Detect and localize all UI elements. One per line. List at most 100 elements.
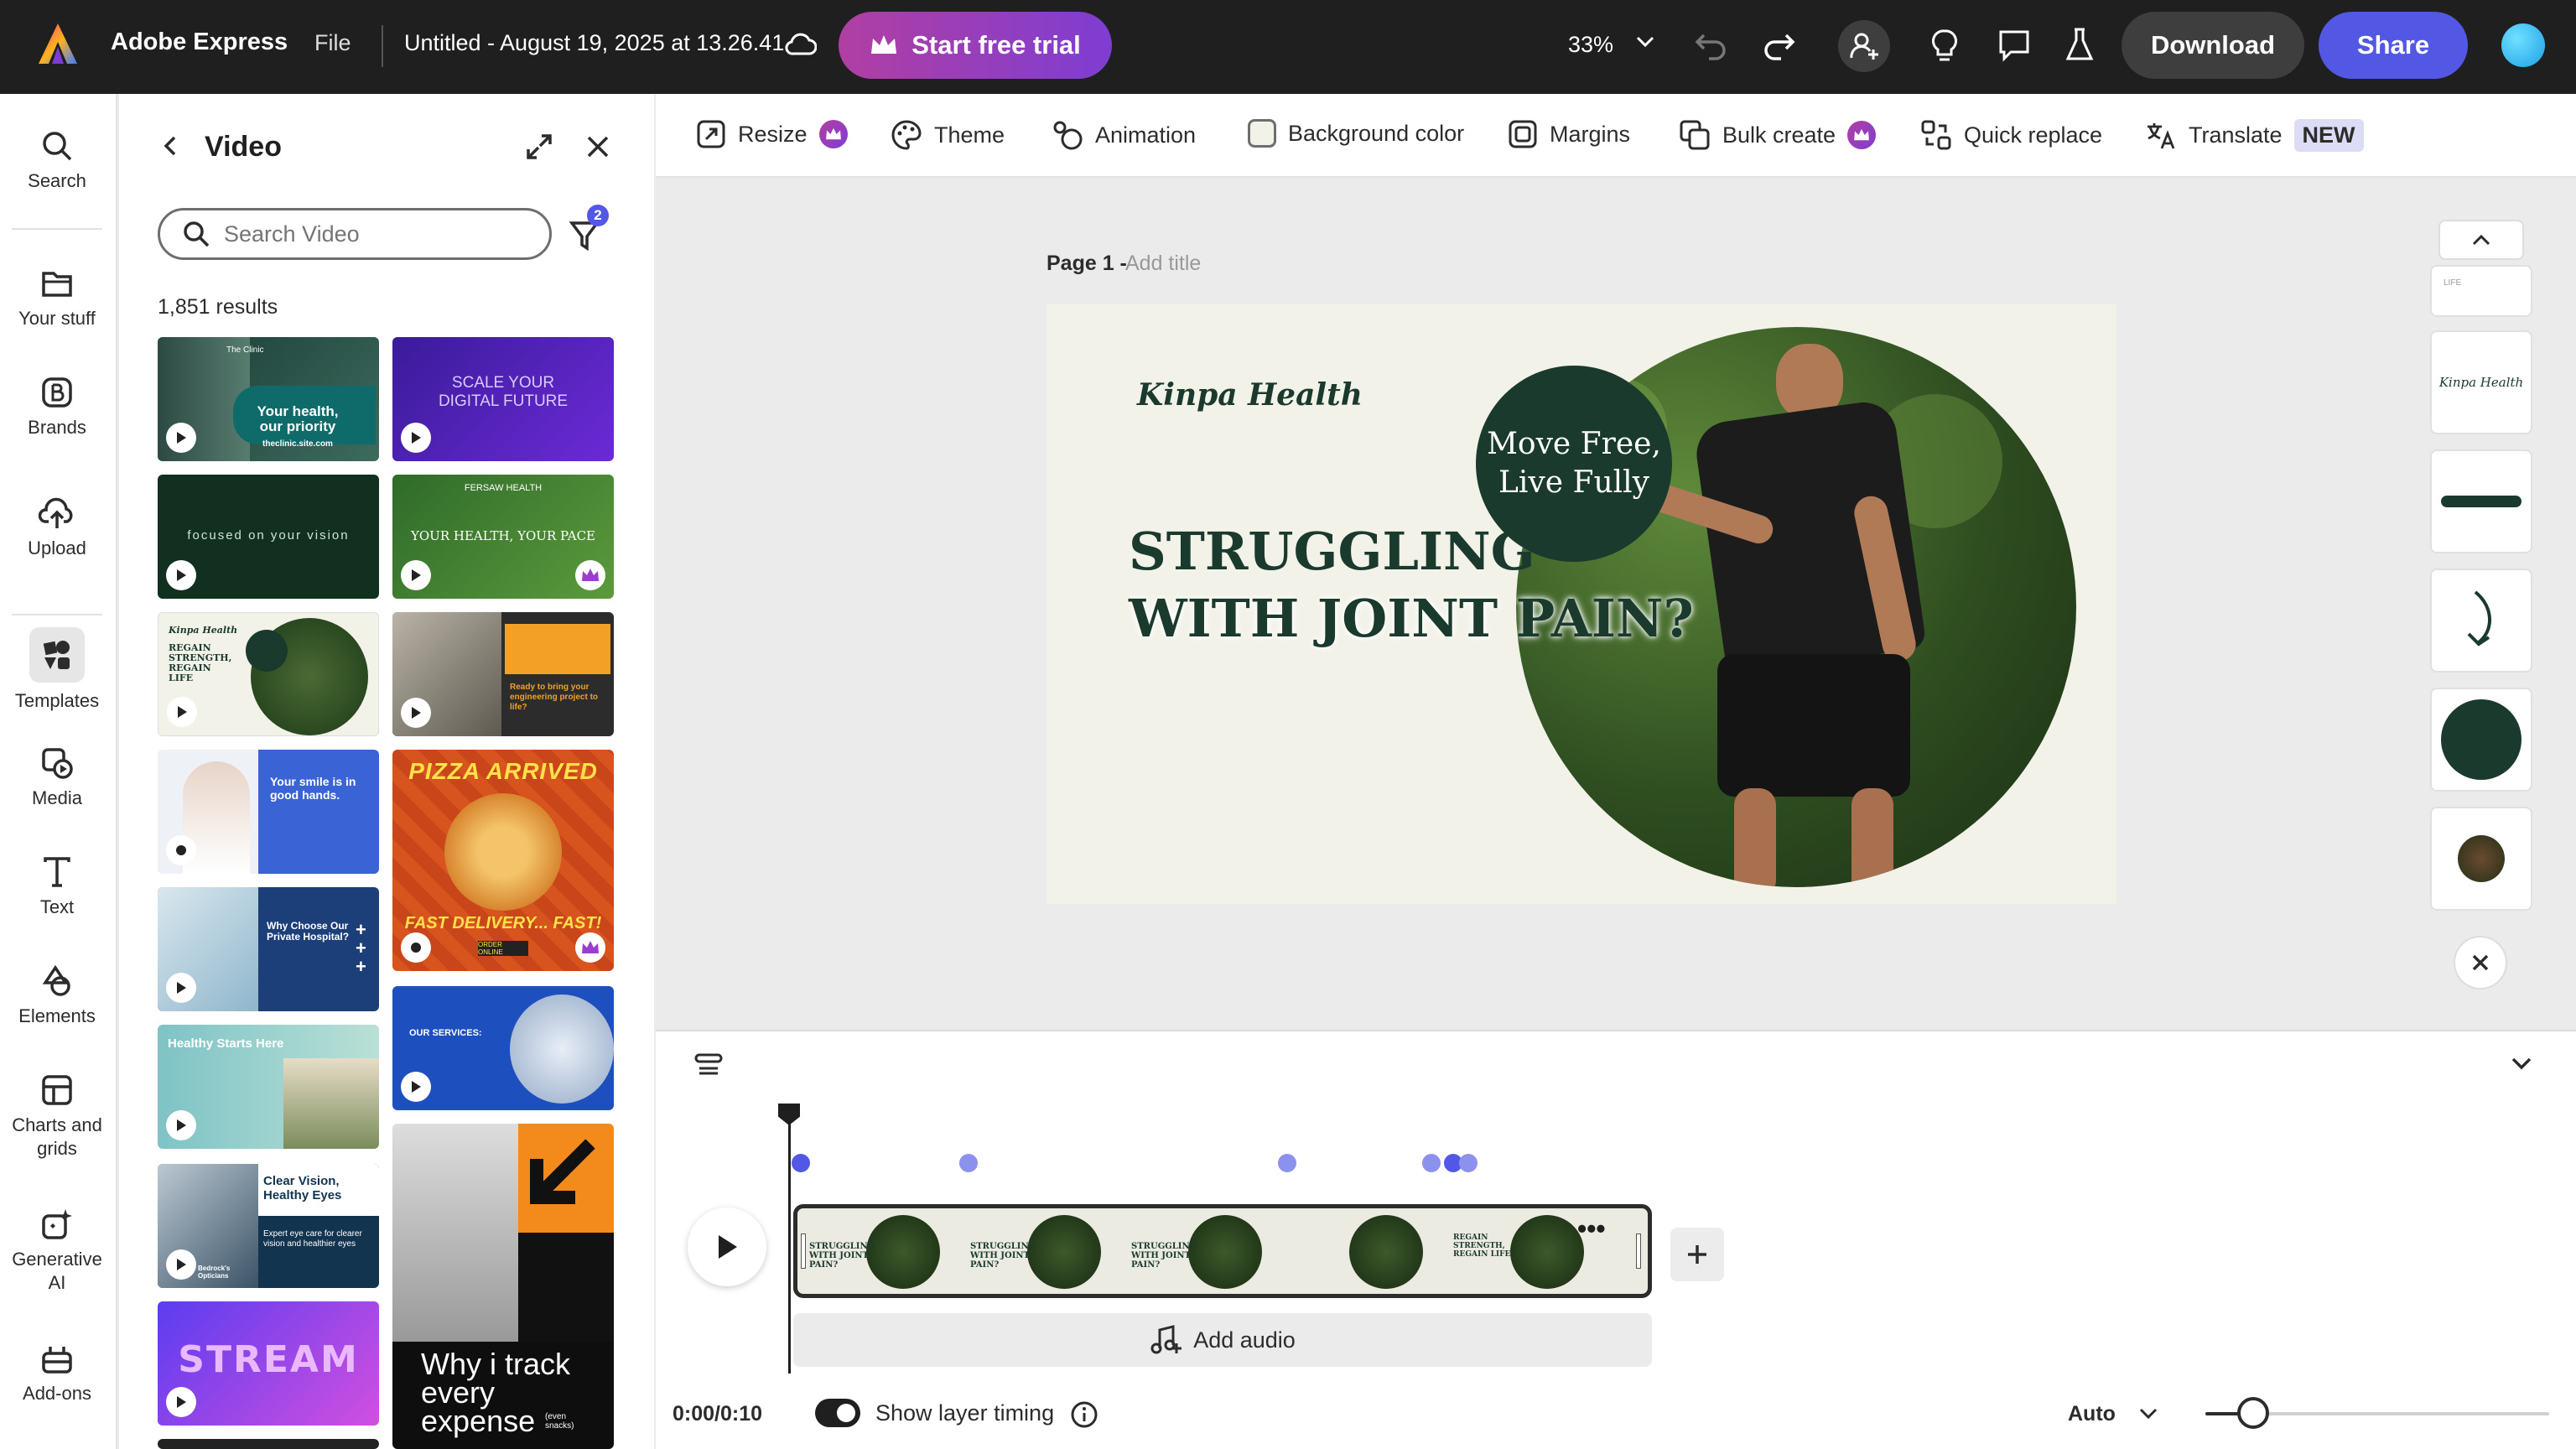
timeline-handle-icon[interactable] [694, 1053, 723, 1075]
template-thumb[interactable]: Ready to bring your engineering project … [392, 612, 614, 736]
template-thumb[interactable]: FERSAW HEALTH YOUR HEALTH, YOUR PACE [392, 475, 614, 599]
rail-item-generative-ai[interactable]: Generative AI [0, 1208, 114, 1295]
template-thumb[interactable]: PIZZA ARRIVED FAST DELIVERY... FAST! ORD… [392, 750, 614, 971]
rail-item-add-ons[interactable]: Add-ons [0, 1342, 114, 1405]
close-panel-icon[interactable] [585, 134, 610, 159]
scroll-up-button[interactable] [2438, 220, 2524, 260]
rail-item-text[interactable]: Text [0, 855, 114, 919]
chevron-down-icon[interactable] [1635, 35, 1655, 49]
headline[interactable]: STRUGGLING WITH JOINT PAIN? [1129, 518, 1694, 652]
template-thumb[interactable]: Why i track every expense (even snacks) [392, 1124, 614, 1449]
rail-item-charts-and-grids[interactable]: Charts and grids [0, 1073, 114, 1161]
layer-thumb[interactable]: LIFE [2430, 265, 2532, 317]
collapse-timeline-icon[interactable] [2511, 1057, 2532, 1072]
rail-item-media[interactable]: Media [0, 746, 114, 810]
add-scene-button[interactable] [1670, 1228, 1724, 1281]
template-thumb[interactable]: Your smile is in good hands. [158, 750, 379, 874]
share-label: Share [2356, 30, 2430, 60]
layer-thumb[interactable] [2430, 688, 2532, 792]
more-options-icon[interactable]: ••• [1577, 1215, 1606, 1242]
undo-icon[interactable] [1694, 30, 1729, 60]
quick-replace-button[interactable]: Quick replace [1920, 119, 2102, 151]
rail-item-templates[interactable]: Templates [0, 627, 114, 713]
templates-icon [29, 627, 85, 683]
rail-item-elements[interactable]: Elements [0, 964, 114, 1028]
chevron-down-icon[interactable] [2138, 1407, 2158, 1420]
layer-timing-toggle[interactable] [815, 1399, 860, 1427]
search-video-input-wrapper[interactable] [158, 208, 552, 260]
playhead-line[interactable] [788, 1120, 791, 1374]
rail-item-brands[interactable]: Brands [0, 376, 114, 439]
folder-icon [42, 272, 72, 297]
rail-label: Media [32, 787, 82, 808]
bulk-create-button[interactable]: Bulk create [1679, 119, 1877, 151]
redo-icon[interactable] [1761, 30, 1796, 60]
resize-button[interactable]: Resize [696, 119, 848, 149]
avatar[interactable] [2501, 23, 2545, 67]
share-button[interactable]: Share [2319, 12, 2468, 79]
template-thumb[interactable]: Clear Vision, Healthy Eyes Expert eye ca… [158, 1164, 379, 1288]
layer-thumb[interactable] [2430, 807, 2532, 911]
elements-icon [42, 964, 70, 996]
close-layers-button[interactable] [2454, 936, 2507, 989]
design-page[interactable]: Move Free, Live Fully Kinpa Health STRUG… [1046, 304, 2116, 904]
animation-button[interactable]: Animation [1052, 119, 1196, 151]
resize-icon [697, 120, 725, 148]
adobe-express-logo-icon[interactable] [37, 22, 79, 65]
video-clip[interactable]: STRUGGLING WITH JOINT PAIN? STRUGGLING W… [793, 1204, 1652, 1298]
lightbulb-icon[interactable] [1930, 29, 1959, 64]
template-thumb[interactable]: Healthy Starts Here [158, 1025, 379, 1149]
brand-name[interactable]: Kinpa Health [1137, 377, 1363, 413]
rail-item-search[interactable]: Search [0, 129, 114, 193]
keyframe-dot[interactable] [1459, 1154, 1478, 1172]
flask-icon[interactable] [2064, 27, 2095, 62]
background-color-button[interactable]: Background color [1248, 119, 1464, 148]
layer-thumb[interactable] [2430, 449, 2532, 553]
template-thumb[interactable]: STREAM [158, 1301, 379, 1426]
keyframe-dot[interactable] [1422, 1154, 1441, 1172]
clip-trim-left-handle[interactable] [801, 1233, 806, 1269]
premium-crown-icon [818, 120, 848, 148]
template-thumb[interactable]: OUR SERVICES: [392, 986, 614, 1110]
document-title[interactable]: Untitled - August 19, 2025 at 13.26.41 [404, 30, 784, 56]
play-button[interactable] [688, 1208, 766, 1286]
zoom-mode-select[interactable]: Auto [2068, 1402, 2116, 1426]
play-icon [166, 560, 196, 590]
keyframe-dot[interactable] [792, 1154, 810, 1172]
template-thumb[interactable]: Kinpa Health REGAIN STRENGTH, REGAIN LIF… [158, 612, 379, 736]
back-chevron-icon[interactable] [161, 134, 179, 158]
play-icon [167, 697, 197, 727]
timeline-zoom-slider-handle[interactable] [2237, 1397, 2269, 1429]
add-page-title[interactable]: Add title [1125, 252, 1201, 276]
template-thumb[interactable] [158, 1439, 379, 1449]
thumb-text: FAST DELIVERY... FAST! [404, 914, 602, 932]
download-button[interactable]: Download [2122, 12, 2304, 79]
margins-button[interactable]: Margins [1508, 119, 1630, 149]
play-icon [401, 698, 431, 728]
file-menu[interactable]: File [314, 30, 351, 56]
start-free-trial-button[interactable]: Start free trial [839, 12, 1112, 79]
zoom-level[interactable]: 33% [1568, 32, 1613, 58]
layer-thumb[interactable]: Kinpa Health [2430, 330, 2532, 434]
info-icon[interactable] [1070, 1400, 1098, 1429]
template-thumb[interactable]: focused on your vision [158, 475, 379, 599]
theme-button[interactable]: Theme [891, 119, 1005, 151]
expand-icon[interactable] [525, 132, 553, 161]
search-video-input[interactable] [224, 221, 534, 247]
rail-item-upload[interactable]: Upload [0, 496, 114, 560]
filter-button[interactable]: 2 [569, 205, 609, 252]
divider [12, 228, 102, 230]
comment-icon[interactable] [1997, 29, 2031, 62]
keyframe-dot[interactable] [1278, 1154, 1296, 1172]
template-thumb[interactable]: The Clinic Your health, our priority thec… [158, 337, 379, 461]
clip-trim-right-handle[interactable] [1636, 1233, 1641, 1269]
cloud-icon[interactable] [785, 30, 817, 57]
add-audio-button[interactable]: Add audio [793, 1313, 1652, 1367]
template-thumb[interactable]: Why Choose Our Private Hospital? + + + [158, 887, 379, 1011]
rail-item-your-stuff[interactable]: Your stuff [0, 267, 114, 330]
translate-button[interactable]: Translate NEW [2145, 119, 2364, 152]
layer-thumb[interactable] [2430, 569, 2532, 673]
keyframe-dot[interactable] [959, 1154, 978, 1172]
template-thumb[interactable]: SCALE YOUR DIGITAL FUTURE [392, 337, 614, 461]
invite-user-button[interactable] [1838, 20, 1890, 72]
